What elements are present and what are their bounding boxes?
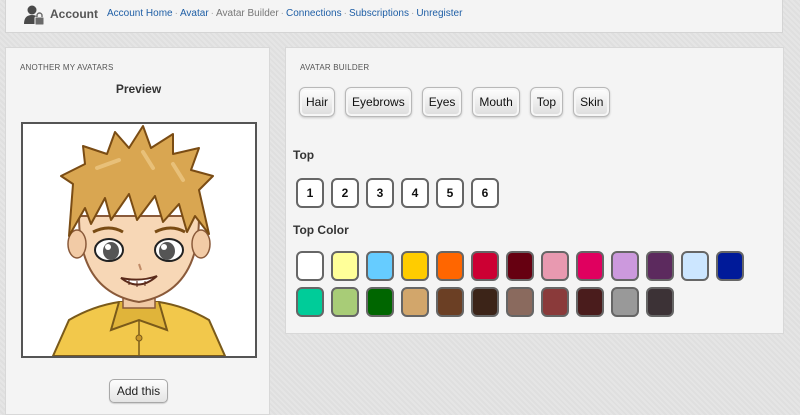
category-tabs: Hair Eyebrows Eyes Mouth Top Skin	[299, 87, 611, 117]
color-swatch[interactable]	[611, 251, 639, 281]
color-swatch[interactable]	[366, 251, 394, 281]
color-swatch[interactable]	[296, 287, 324, 317]
breadcrumb-subscriptions[interactable]: Subscriptions	[349, 8, 409, 19]
color-swatch[interactable]	[436, 251, 464, 281]
color-swatch[interactable]	[331, 287, 359, 317]
account-user-icon	[23, 4, 45, 26]
account-title: Account	[50, 7, 98, 21]
preview-title: Preview	[115, 82, 162, 96]
top-color-palette	[296, 251, 756, 317]
color-swatch[interactable]	[331, 251, 359, 281]
category-skin-button[interactable]: Skin	[573, 87, 611, 117]
category-mouth-button[interactable]: Mouth	[472, 87, 520, 117]
category-eyes-button[interactable]: Eyes	[421, 87, 463, 117]
panel-heading-my-avatars: ANOTHER MY AVATARS	[20, 63, 114, 72]
top-section-label: Top	[293, 148, 315, 162]
breadcrumb-avatar[interactable]: Avatar	[180, 8, 209, 19]
top-options: 123456	[296, 178, 499, 208]
color-swatch[interactable]	[401, 287, 429, 317]
breadcrumb: Account Home · Avatar · Avatar Builder · Conne…	[107, 8, 462, 19]
color-swatch[interactable]	[436, 287, 464, 317]
top-option-5-button[interactable]: 5	[436, 178, 464, 208]
preview-panel: ANOTHER MY AVATARS Preview Add this	[5, 47, 270, 415]
top-option-2-button[interactable]: 2	[331, 178, 359, 208]
breadcrumb-separator: ·	[343, 8, 347, 19]
color-swatch[interactable]	[646, 287, 674, 317]
color-swatch[interactable]	[541, 287, 569, 317]
account-header: Account Account Home · Avatar · Avatar Build…	[5, 0, 783, 33]
category-top-button[interactable]: Top	[529, 87, 564, 117]
avatar-preview-image	[21, 122, 257, 358]
color-swatch[interactable]	[716, 251, 744, 281]
category-eyebrows-button[interactable]: Eyebrows	[345, 87, 412, 117]
breadcrumb-avatar-builder: Avatar Builder	[216, 8, 279, 19]
color-swatch[interactable]	[401, 251, 429, 281]
color-swatch[interactable]	[576, 251, 604, 281]
color-swatch[interactable]	[471, 287, 499, 317]
color-swatch[interactable]	[576, 287, 604, 317]
category-hair-button[interactable]: Hair	[299, 87, 336, 117]
breadcrumb-separator: ·	[410, 8, 415, 19]
breadcrumb-separator: ·	[174, 8, 178, 19]
color-swatch[interactable]	[366, 287, 394, 317]
breadcrumb-account-home[interactable]: Account Home	[107, 8, 173, 19]
color-swatch[interactable]	[611, 287, 639, 317]
breadcrumb-separator: ·	[280, 8, 284, 19]
color-swatch[interactable]	[646, 251, 674, 281]
breadcrumb-separator: ·	[210, 8, 215, 19]
breadcrumb-unregister[interactable]: Unregister	[416, 8, 462, 19]
panel-heading-avatar-builder: AVATAR BUILDER	[300, 63, 370, 72]
color-swatch[interactable]	[681, 251, 709, 281]
top-option-1-button[interactable]: 1	[296, 178, 324, 208]
color-swatch[interactable]	[506, 287, 534, 317]
top-option-6-button[interactable]: 6	[471, 178, 499, 208]
color-swatch[interactable]	[296, 251, 324, 281]
color-swatch[interactable]	[471, 251, 499, 281]
add-this-button[interactable]: Add this	[109, 379, 168, 403]
top-option-3-button[interactable]: 3	[366, 178, 394, 208]
color-swatch[interactable]	[541, 251, 569, 281]
breadcrumb-connections[interactable]: Connections	[286, 8, 342, 19]
top-option-4-button[interactable]: 4	[401, 178, 429, 208]
top-color-label: Top Color	[293, 223, 349, 237]
color-swatch[interactable]	[506, 251, 534, 281]
avatar-builder-panel: AVATAR BUILDER Hair Eyebrows Eyes Mouth Top S…	[285, 47, 784, 334]
